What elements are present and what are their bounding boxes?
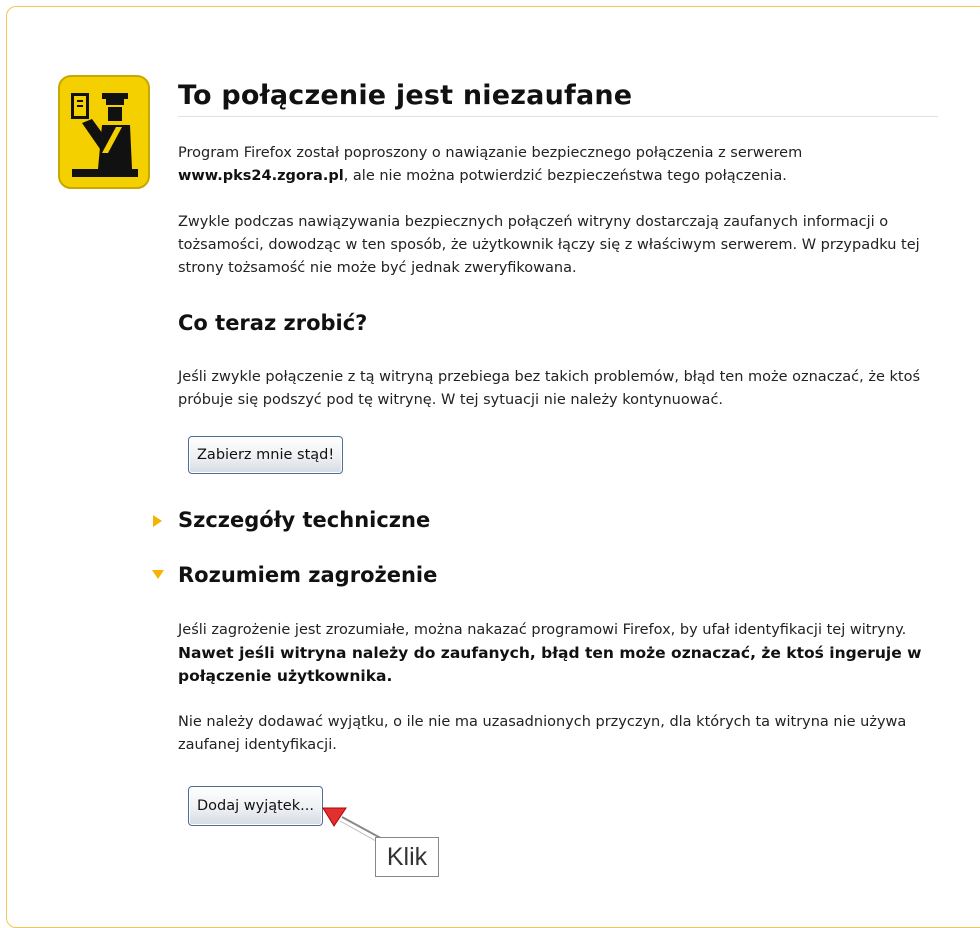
add-exception-button[interactable]: Dodaj wyjątek... [188,786,323,826]
page-title: To połączenie jest niezaufane [178,80,633,111]
what-now-heading: Co teraz zrobić? [178,311,368,335]
click-callout-label: Klik [375,837,439,877]
technical-details-heading[interactable]: Szczegóły techniczne [178,508,430,532]
risks-warning-text: Nawet jeśli witryna należy do zaufanych,… [178,644,922,685]
risks-text: Jeśli zagrożenie jest zrozumiałe, można … [178,622,907,638]
intro-paragraph: Program Firefox został poproszony o nawi… [178,142,943,188]
title-divider [178,116,938,117]
intro-text-start: Program Firefox został poproszony o nawi… [178,145,803,161]
what-now-paragraph: Jeśli zwykle połączenie z tą witryną prz… [178,369,920,408]
risks-paragraph: Jeśli zagrożenie jest zrozumiałe, można … [178,619,943,688]
understand-risks-heading[interactable]: Rozumiem zagrożenie [178,563,437,587]
policeman-icon [58,75,150,189]
get-me-out-button[interactable]: Zabierz mnie stąd! [188,436,344,474]
intro-text-end: , ale nie można potwierdzić bezpieczeńst… [343,168,787,184]
triangle-right-icon[interactable] [153,515,162,527]
triangle-down-icon[interactable] [152,570,164,579]
identity-paragraph: Zwykle podczas nawiązywania bezpiecznych… [178,214,920,276]
intro-hostname: www.pks24.zgora.pl [178,168,344,184]
exception-advice-paragraph: Nie należy dodawać wyjątku, o ile nie ma… [178,714,907,753]
